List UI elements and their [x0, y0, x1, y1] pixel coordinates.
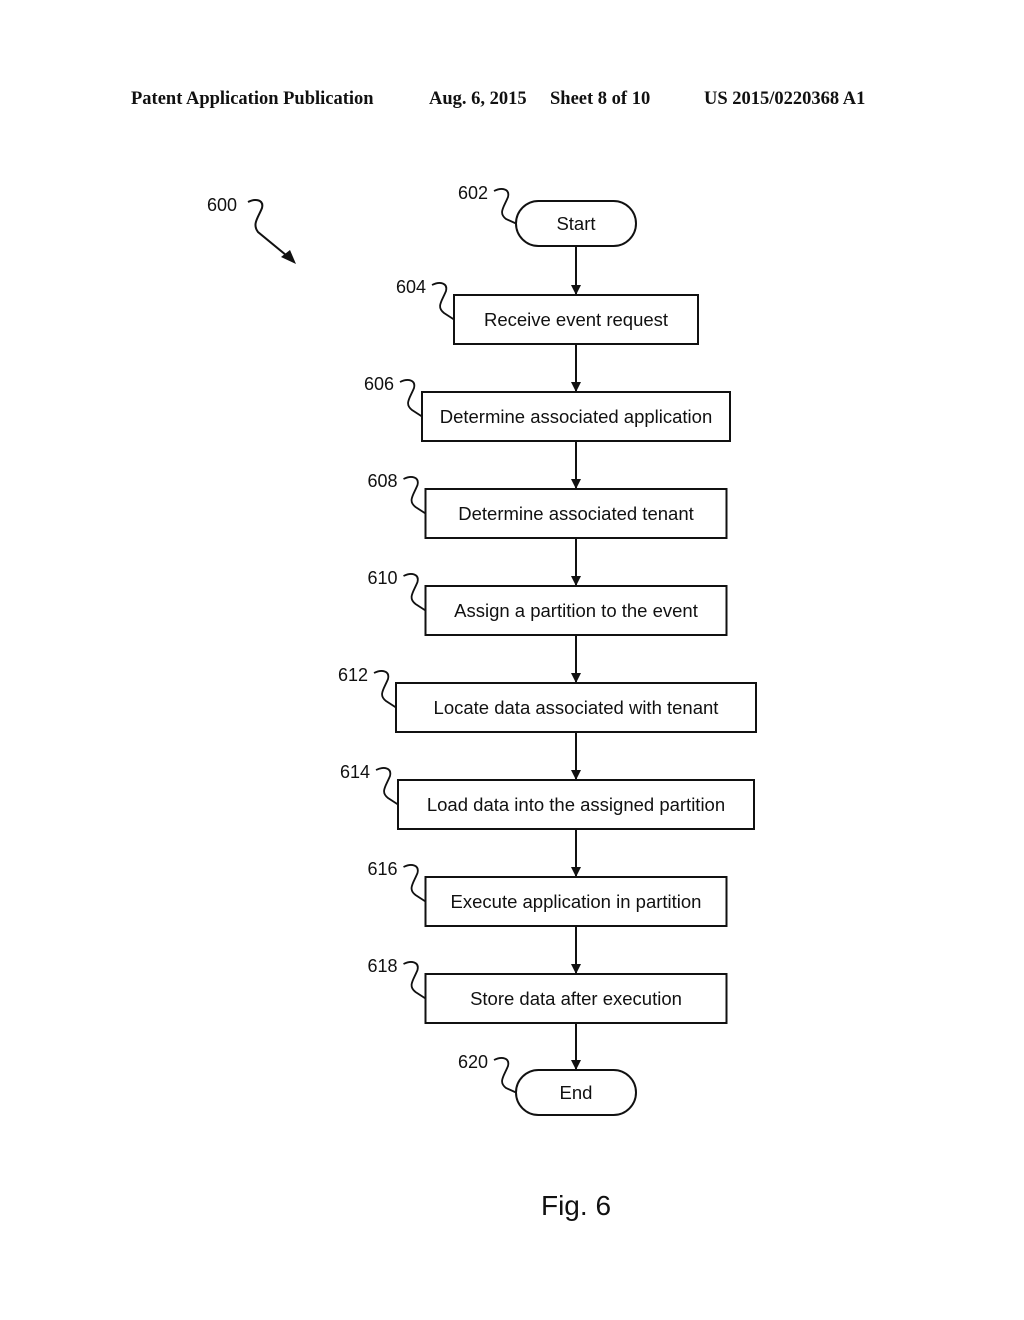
node-label: Start [556, 213, 595, 234]
flow-node-608: Determine associated tenant 608 [368, 471, 728, 539]
flow-node-602: Start 602 [458, 183, 637, 247]
node-label: Locate data associated with tenant [434, 697, 719, 718]
node-ref-label: 612 [338, 665, 368, 685]
ref-leader-line [403, 961, 426, 1000]
ref-leader-line [431, 282, 455, 321]
figure-ref-label: 600 [207, 195, 237, 215]
node-ref-label: 608 [368, 471, 398, 491]
node-ref-label: 606 [364, 374, 394, 394]
node-label: Receive event request [484, 309, 668, 330]
figure-caption: Fig. 6 [541, 1190, 611, 1221]
ref-leader-line [399, 379, 423, 418]
node-label: Store data after execution [470, 988, 682, 1009]
node-label: Determine associated tenant [458, 503, 694, 524]
node-ref-label: 602 [458, 183, 488, 203]
node-label: Assign a partition to the event [454, 600, 698, 621]
node-ref-label: 604 [396, 277, 426, 297]
node-label: End [560, 1082, 593, 1103]
flow-node-614: Load data into the assigned partition 614 [340, 762, 755, 830]
ref-leader-line [403, 476, 426, 515]
ref-leader-line [403, 573, 426, 612]
node-ref-label: 620 [458, 1052, 488, 1072]
flow-node-620: End 620 [458, 1052, 637, 1116]
ref-leader-line [403, 864, 426, 903]
figure-ref-arrow [247, 199, 293, 261]
node-ref-label: 616 [368, 859, 398, 879]
node-label: Determine associated application [440, 406, 713, 427]
flow-node-616: Execute application in partition 616 [368, 859, 728, 927]
flowchart-diagram: 600 Start 602 Receive event request 604 Dete… [207, 183, 757, 1221]
node-label: Execute application in partition [451, 891, 702, 912]
node-ref-label: 618 [368, 956, 398, 976]
ref-leader-line [493, 188, 517, 225]
ref-leader-line [493, 1057, 517, 1094]
node-ref-label: 610 [368, 568, 398, 588]
flow-node-606: Determine associated application 606 [364, 374, 731, 442]
flow-node-604: Receive event request 604 [396, 277, 699, 345]
node-ref-label: 614 [340, 762, 370, 782]
ref-leader-line [375, 767, 399, 806]
flow-node-612: Locate data associated with tenant 612 [338, 665, 757, 733]
node-label: Load data into the assigned partition [427, 794, 725, 815]
figure-reference: 600 [207, 195, 296, 264]
flow-node-618: Store data after execution 618 [368, 956, 728, 1024]
ref-leader-line [373, 670, 397, 709]
flow-nodes: Start 602 Receive event request 604 Determin… [338, 183, 757, 1116]
flow-node-610: Assign a partition to the event 610 [368, 568, 728, 636]
